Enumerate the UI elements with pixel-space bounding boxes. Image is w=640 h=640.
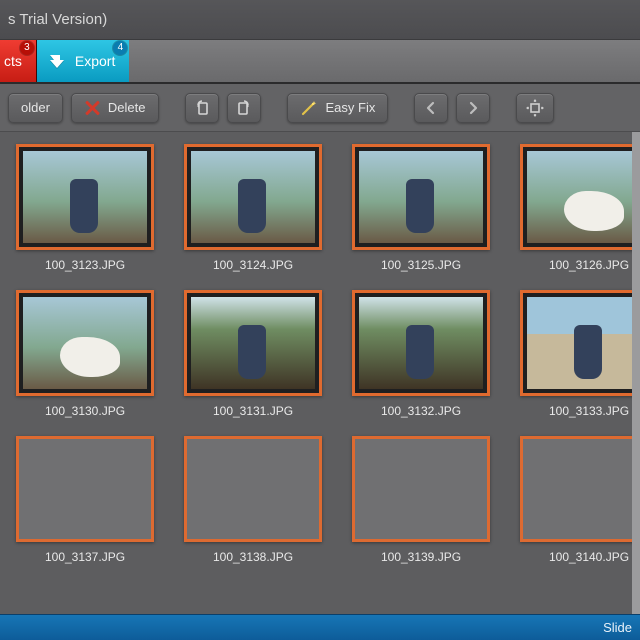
- thumbnail[interactable]: 100_3130.JPG: [10, 290, 160, 418]
- badge: 3: [20, 41, 34, 55]
- thumbnail-image: [23, 443, 147, 535]
- status-bar: Slide: [0, 614, 640, 640]
- thumbnail-frame: [520, 144, 640, 250]
- thumbnail-image: [527, 443, 640, 535]
- thumbnail[interactable]: 100_3124.JPG: [178, 144, 328, 272]
- rotate-right-icon: [235, 99, 253, 117]
- thumbnail-frame: [184, 436, 322, 542]
- chevron-right-icon: [466, 101, 480, 115]
- thumbnail-filename: 100_3126.JPG: [549, 258, 629, 272]
- thumbnail-filename: 100_3130.JPG: [45, 404, 125, 418]
- scrollbar[interactable]: [632, 132, 640, 614]
- thumbnail-image: [359, 443, 483, 535]
- thumbnail[interactable]: 100_3126.JPG: [514, 144, 640, 272]
- thumbnail-filename: 100_3132.JPG: [381, 404, 461, 418]
- thumbnail-frame: [352, 290, 490, 396]
- tab-label: Export: [75, 53, 115, 69]
- thumbnail[interactable]: 100_3137.JPG: [10, 436, 160, 564]
- thumbnail-filename: 100_3137.JPG: [45, 550, 125, 564]
- thumbnail[interactable]: 100_3139.JPG: [346, 436, 496, 564]
- thumbnail[interactable]: 100_3132.JPG: [346, 290, 496, 418]
- thumbnail-frame: [16, 436, 154, 542]
- thumbnail-frame: [520, 290, 640, 396]
- thumbnail[interactable]: 100_3140.JPG: [514, 436, 640, 564]
- thumbnail-image: [191, 151, 315, 243]
- rotate-left-icon: [193, 99, 211, 117]
- thumbnail-filename: 100_3124.JPG: [213, 258, 293, 272]
- thumbnail[interactable]: 100_3125.JPG: [346, 144, 496, 272]
- thumbnail[interactable]: 100_3131.JPG: [178, 290, 328, 418]
- thumbnail-frame: [16, 290, 154, 396]
- thumbnail-area: 100_3123.JPG 100_3124.JPG 100_3125.JPG 100_…: [0, 132, 640, 614]
- toolbar: older Delete Easy Fix: [0, 84, 640, 132]
- tab-export[interactable]: Export 4: [37, 40, 129, 82]
- thumbnail-frame: [352, 436, 490, 542]
- wand-icon: [300, 99, 318, 117]
- thumbnail-filename: 100_3123.JPG: [45, 258, 125, 272]
- thumbnail-image: [191, 297, 315, 389]
- thumbnail[interactable]: 100_3123.JPG: [10, 144, 160, 272]
- thumbnail-frame: [520, 436, 640, 542]
- easy-fix-button[interactable]: Easy Fix: [287, 93, 389, 123]
- thumbnail-filename: 100_3139.JPG: [381, 550, 461, 564]
- next-button[interactable]: [456, 93, 490, 123]
- thumbnail-frame: [16, 144, 154, 250]
- tab-effects[interactable]: cts 3: [0, 40, 37, 82]
- prev-button[interactable]: [414, 93, 448, 123]
- folder-button[interactable]: older: [8, 93, 63, 123]
- thumbnail-frame: [352, 144, 490, 250]
- thumbnail-filename: 100_3138.JPG: [213, 550, 293, 564]
- thumbnail-image: [191, 443, 315, 535]
- rotate-right-button[interactable]: [227, 93, 261, 123]
- export-icon: [47, 51, 67, 71]
- fullscreen-button[interactable]: [516, 93, 554, 123]
- button-label: Easy Fix: [326, 100, 376, 115]
- rotate-left-button[interactable]: [185, 93, 219, 123]
- thumbnail[interactable]: 100_3138.JPG: [178, 436, 328, 564]
- delete-icon: [84, 100, 100, 116]
- tab-label: cts: [4, 53, 22, 69]
- thumbnail-image: [527, 151, 640, 243]
- fullscreen-icon: [525, 99, 545, 117]
- thumbnail-frame: [184, 144, 322, 250]
- thumbnail-image: [359, 151, 483, 243]
- status-slide: Slide: [603, 620, 632, 635]
- thumbnail-filename: 100_3131.JPG: [213, 404, 293, 418]
- thumbnail-filename: 100_3140.JPG: [549, 550, 629, 564]
- chevron-left-icon: [424, 101, 438, 115]
- thumbnail-image: [23, 151, 147, 243]
- tabs: cts 3 Export 4: [0, 40, 640, 84]
- thumbnail-image: [359, 297, 483, 389]
- button-label: older: [21, 100, 50, 115]
- thumbnail-image: [23, 297, 147, 389]
- thumbnail-grid: 100_3123.JPG 100_3124.JPG 100_3125.JPG 100_…: [0, 132, 640, 564]
- thumbnail-frame: [184, 290, 322, 396]
- badge: 4: [113, 41, 127, 55]
- thumbnail-filename: 100_3125.JPG: [381, 258, 461, 272]
- window-title: s Trial Version): [8, 11, 107, 28]
- delete-button[interactable]: Delete: [71, 93, 159, 123]
- thumbnail-filename: 100_3133.JPG: [549, 404, 629, 418]
- thumbnail-image: [527, 297, 640, 389]
- button-label: Delete: [108, 100, 146, 115]
- thumbnail[interactable]: 100_3133.JPG: [514, 290, 640, 418]
- titlebar: s Trial Version): [0, 0, 640, 40]
